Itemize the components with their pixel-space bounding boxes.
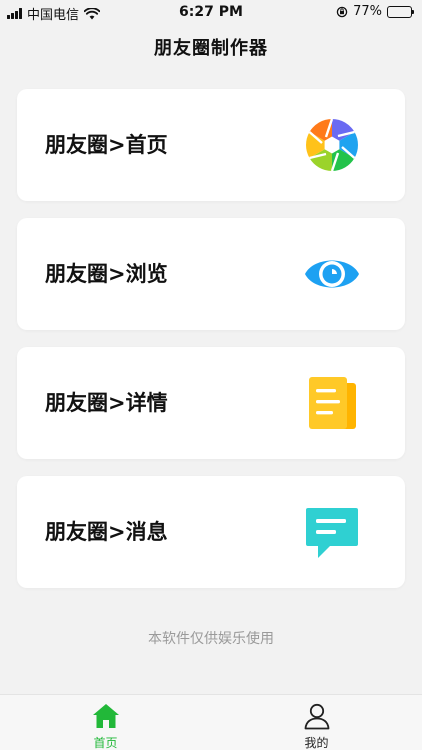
tab-bar: 首页 我的 — [0, 694, 422, 750]
card-label: 朋友圈>浏览 — [45, 262, 168, 286]
card-moments-home[interactable]: 朋友圈>首页 — [17, 89, 405, 201]
document-icon — [309, 377, 356, 429]
home-icon — [93, 704, 119, 728]
chat-bubble-icon — [306, 508, 358, 558]
status-right: 77% — [336, 4, 414, 19]
page-title: 朋友圈制作器 — [154, 38, 268, 59]
orientation-lock-icon — [336, 6, 348, 17]
eye-icon — [305, 260, 359, 288]
card-moments-browse[interactable]: 朋友圈>浏览 — [17, 218, 405, 330]
card-label: 朋友圈>详情 — [45, 391, 168, 415]
status-bar: 中国电信 6:27 PM 77% — [0, 0, 422, 24]
card-label: 朋友圈>首页 — [45, 133, 168, 157]
user-icon — [304, 703, 330, 730]
tab-home[interactable]: 首页 — [0, 695, 211, 750]
card-moments-detail[interactable]: 朋友圈>详情 — [17, 347, 405, 459]
tab-label: 我的 — [304, 736, 329, 750]
disclaimer-text: 本软件仅供娱乐使用 — [148, 631, 274, 647]
card-label: 朋友圈>消息 — [45, 520, 168, 544]
tab-label: 首页 — [93, 736, 118, 750]
battery-icon — [387, 5, 414, 18]
camera-aperture-icon — [306, 118, 358, 172]
tab-profile[interactable]: 我的 — [211, 695, 422, 750]
battery-percent: 77% — [353, 4, 382, 19]
card-moments-messages[interactable]: 朋友圈>消息 — [17, 476, 405, 588]
